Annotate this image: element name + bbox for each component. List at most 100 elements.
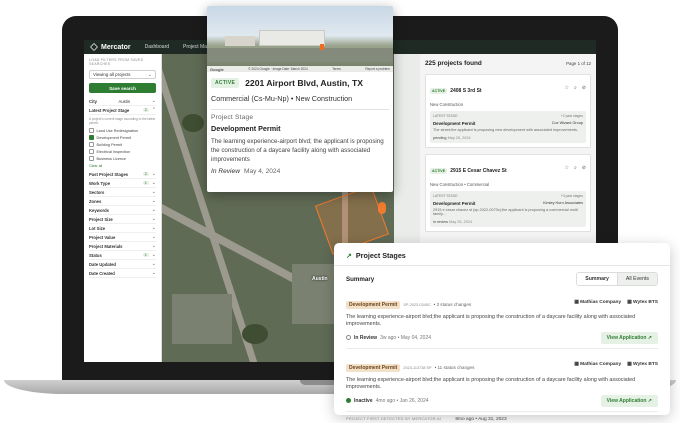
checkbox-checked[interactable] [89,135,94,140]
results-count: 225 projects found [425,59,482,67]
stage-description: 2915 e cesar chavez st (sp-2022-0073c);t… [433,207,578,217]
chevron-down-icon: ⌄ [151,207,156,213]
logo-text: Mercator [101,43,131,51]
project-type: New Construction • Commercial [430,181,490,187]
tab-summary[interactable]: Summary [577,273,618,285]
filter-group-project-value[interactable]: Project Value ⌄ [89,233,156,242]
chevron-down-icon: ⌄ [151,198,156,204]
report-link[interactable]: Report a problem [365,67,390,71]
checkbox[interactable] [89,128,94,133]
terms-link[interactable]: Terms [332,67,341,71]
filter-group-label: Work Type [89,180,111,186]
location-pin-icon[interactable] [378,202,386,214]
search-icon[interactable]: ⌕ [574,85,577,91]
stage-option[interactable]: Building Permit [89,141,156,148]
chevron-down-icon: ⌄ [151,225,156,231]
star-icon[interactable]: ☆ [565,165,569,171]
card-title: Project Stages [355,251,406,260]
property-zoning: Commercial (Cs-Mu-Np) • New Construction [211,94,353,103]
chevron-down-icon: ⌄ [151,252,156,258]
stage-option[interactable]: Land Use Redesignation [89,127,156,134]
filter-group-keywords[interactable]: Keywords ⌄ [89,206,156,215]
filter-group-zones[interactable]: Zones ⌄ [89,197,156,206]
stage-option[interactable]: Electrical Inspection [89,148,156,155]
chevron-down-icon: ⌄ [151,180,156,186]
filter-group-date-updated[interactable]: Date Updated ⌄ [89,260,156,269]
project-address: 2408 S 3rd St [450,88,482,94]
permit-code: 2023-113738 SP [403,365,432,370]
map-tree [182,114,204,132]
nav-dashboard[interactable]: Dashboard [145,44,169,50]
property-address: 2201 Airport Blvd, Austin, TX [245,78,363,88]
filter-group-label: Sectors [89,189,105,195]
chevron-down-icon: ⌄ [151,261,156,267]
chevron-down-icon: ⌄ [151,270,156,276]
button-label: View Application [606,397,647,404]
checkbox[interactable] [89,149,94,154]
filter-group-sectors[interactable]: Sectors ⌄ [89,188,156,197]
stage-option[interactable]: Development Permit [89,134,156,141]
filter-group-date-created[interactable]: Date Created ⌄ [89,269,156,278]
filter-group-lot-size[interactable]: Lot Size ⌄ [89,224,156,233]
project-stage-name: Development Permit [211,124,281,133]
past-stages: +2 past stages [560,114,583,118]
clear-all-link[interactable]: Clear all [89,164,156,168]
latest-stage-box: LATEST STAGE +2 past stages Development P… [430,111,586,143]
stage-caption: LATEST STAGE [433,114,458,118]
stage-caption: LATEST STAGE [433,193,458,198]
filter-group-label: Date Created [89,270,115,276]
app-logo[interactable]: Mercator [90,43,131,51]
latest-stage-label: Latest Project Stage [89,107,130,113]
photo-cone [320,44,324,50]
city-filter[interactable]: City Austin ⌄ [89,97,156,106]
saved-search-value: Viewing all projects [93,72,131,77]
hide-icon[interactable]: ⊘ [582,165,586,171]
nav-project-map[interactable]: Project Map [183,44,210,50]
company-label: Wytex BTS [633,362,658,368]
stage-tag: Development Permit [346,301,401,309]
filter-group-past-stages[interactable]: Past Project Stages 2 ⌄ [89,170,156,179]
hide-icon[interactable]: ⊘ [582,85,586,91]
stage-date: May 25, 2024 [449,219,473,224]
saved-search-select[interactable]: Viewing all projects ⌄ [89,70,156,79]
project-card[interactable]: ACTIVE 2915 E Cesar Chavez St ☆ ⌕ ⊘ New Con… [425,153,591,232]
applicant-name: Cox Wizard Group [551,121,583,125]
trend-icon: ↗ [346,252,352,260]
filter-group-work-type[interactable]: Work Type 1 ⌄ [89,179,156,188]
filter-count: 2 [142,172,149,176]
filter-group-label: Status [89,252,102,258]
pagination[interactable]: Page 1 of 12 [566,61,591,66]
filter-group-label: Project Materials [89,243,123,249]
results-header: 225 projects found Page 1 of 12 [425,58,591,68]
imagery-credit: © 2024 Google · Image Date: March 2024 [248,67,308,71]
filter-group-project-size[interactable]: Project Size ⌄ [89,215,156,224]
stage-tag: Development Permit [346,363,401,372]
view-application-button[interactable]: View Application ↗ [600,394,658,407]
search-icon[interactable]: ⌕ [574,165,577,171]
project-card[interactable]: ACTIVE 2408 S 3rd St ☆ ⌕ ⊘ New Construction… [425,74,591,148]
property-popup[interactable]: Google © 2024 Google · Image Date: March… [207,6,393,192]
star-icon[interactable]: ☆ [565,85,569,91]
checkbox[interactable] [89,142,94,147]
chevron-down-icon: ⌄ [151,243,156,249]
status-changes: • 3 status changes [433,302,472,307]
saved-searches-caption: LOAD FILTERS FROM SAVED SEARCHES [89,58,144,66]
stage-name: Development Permit [433,121,476,126]
checkbox[interactable] [89,156,94,161]
latest-stage-filter[interactable]: Latest Project Stage 2 ⌃ [89,106,156,115]
status-badge: ACTIVE [430,88,448,94]
stage-option[interactable]: Business Licence [89,155,156,162]
chevron-up-icon: ⌃ [151,107,156,113]
tab-all-events[interactable]: All Events [617,273,657,285]
stage-event: Development Permit 2023-113738 SP • 11 sta… [346,356,658,412]
save-search-button[interactable]: Save search [89,83,156,93]
event-description: The learning experience-airport blvd;the… [346,314,636,328]
filter-count: 1 [142,181,149,185]
view-application-button[interactable]: View Application ↗ [600,331,658,344]
stage-date: May 25, 2024 [447,135,471,140]
applicant-name: Kimley Horn Associates [543,200,583,205]
photo-building [225,36,255,46]
filter-group-project-materials[interactable]: Project Materials ⌄ [89,242,156,251]
filter-group-status[interactable]: Status 1 ⌄ [89,251,156,260]
stage-options-list: Land Use Redesignation Development Permi… [89,127,156,162]
